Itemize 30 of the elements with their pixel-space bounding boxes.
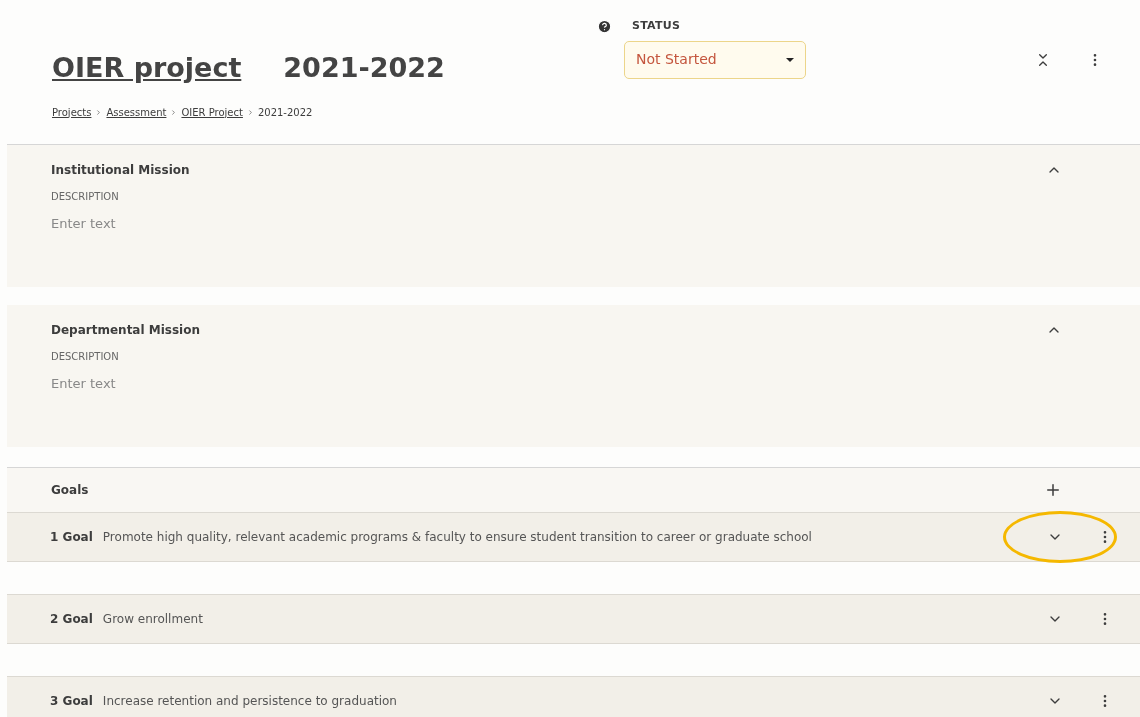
goal-row[interactable]: 1 Goal Promote high quality, relevant academic programs & faculty to ensure student transition to career or graduate school xyxy=(7,512,1140,562)
breadcrumb-current: 2021-2022 xyxy=(257,105,313,120)
field-label: DESCRIPTION xyxy=(51,190,120,204)
breadcrumb-link[interactable]: OIER Project xyxy=(181,104,243,120)
caret-icon xyxy=(786,57,794,62)
goal-text: Grow enrollment xyxy=(102,611,204,628)
chevron-right-icon xyxy=(95,108,103,116)
add-button[interactable] xyxy=(1044,481,1062,499)
goal-number: 3 Goal xyxy=(50,693,93,710)
description-field[interactable]: Enter text xyxy=(51,374,451,394)
section-title: Departmental Mission xyxy=(51,322,200,339)
goal-number: 2 Goal xyxy=(50,611,93,628)
year-heading: 2021-2022 xyxy=(283,51,445,85)
chevron-right-icon xyxy=(246,108,254,116)
breadcrumb-link[interactable]: Projects xyxy=(52,104,92,120)
goal-row[interactable]: 3 Goal Increase retention and persistence to graduation xyxy=(7,676,1140,717)
section-title: Institutional Mission xyxy=(51,162,190,179)
help-icon[interactable] xyxy=(597,18,612,34)
field-label: DESCRIPTION xyxy=(51,350,120,364)
status-label: STATUS xyxy=(632,18,681,34)
goal-text: Promote high quality, relevant academic programs & faculty to ensure student transition to career or graduate school xyxy=(102,529,813,546)
project-title-link[interactable]: OIER project xyxy=(52,48,242,89)
description-field[interactable]: Enter text xyxy=(51,214,451,234)
goal-number: 1 Goal xyxy=(50,529,93,546)
goal-text: Increase retention and persistence to graduation xyxy=(102,693,398,710)
goal-row[interactable]: 2 Goal Grow enrollment xyxy=(7,594,1140,644)
goals-heading: Goals xyxy=(51,482,89,499)
breadcrumb-link[interactable]: Assessment xyxy=(106,104,167,120)
status-dropdown[interactable]: Not Started xyxy=(624,40,806,79)
chevron-right-icon xyxy=(170,108,178,116)
